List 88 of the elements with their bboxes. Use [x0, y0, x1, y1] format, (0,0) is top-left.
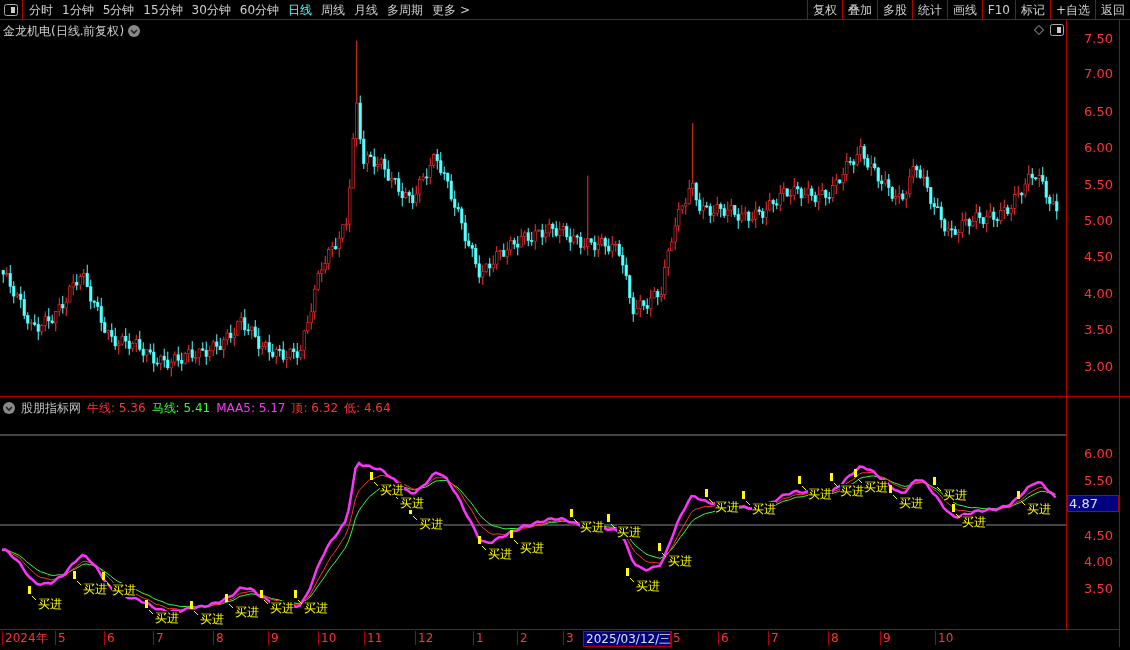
buy-signal: 买进: [488, 547, 512, 561]
buy-signal: 买进: [864, 480, 888, 494]
buy-signal: 买进: [943, 488, 967, 502]
date-label: 2025/03/12/三: [583, 631, 673, 647]
price-tick: 6.00: [1084, 139, 1113, 157]
buy-signal: 买进: [808, 487, 832, 501]
current-value-label: 4.87: [1067, 495, 1119, 512]
chart-title: 金龙机电(日线.前复权): [3, 23, 125, 40]
buy-signal: 买进: [520, 541, 544, 555]
price-tick: 5.00: [1084, 212, 1113, 230]
toolbar-button[interactable]: 画线: [946, 0, 982, 19]
date-label: 10: [318, 631, 337, 645]
buy-signal: 买进: [715, 500, 739, 514]
toolbar-button[interactable]: 统计: [911, 0, 947, 19]
period-tab[interactable]: 15分钟: [143, 0, 183, 19]
indicator-tick: 4.50: [1084, 527, 1113, 545]
toolbar-button[interactable]: 叠加: [841, 0, 877, 19]
date-label: 3: [563, 631, 574, 645]
buy-signal: 买进: [270, 601, 294, 615]
date-label: 8: [213, 631, 224, 645]
buy-signal: 买进: [235, 605, 259, 619]
legend-value: 低: 4.64: [344, 400, 391, 417]
buy-signal: 买进: [899, 496, 923, 510]
toolbar-button[interactable]: 返回: [1095, 0, 1130, 19]
period-tab[interactable]: 分时: [29, 0, 53, 19]
period-tab[interactable]: 更多 >: [432, 0, 470, 19]
buy-signal: 买进: [304, 601, 328, 615]
buy-signal: 买进: [668, 554, 692, 568]
period-tab[interactable]: 1分钟: [62, 0, 94, 19]
date-label: 1: [473, 631, 484, 645]
period-tab[interactable]: 30分钟: [191, 0, 231, 19]
date-label: 2: [517, 631, 528, 645]
toolbar-button[interactable]: 复权: [806, 0, 842, 19]
price-tick: 3.00: [1084, 358, 1113, 376]
period-tab[interactable]: 60分钟: [239, 0, 280, 19]
buy-signal: 买进: [200, 612, 224, 626]
legend-value: 顶: 6.32: [291, 400, 339, 417]
indicator-tick: 4.00: [1084, 553, 1113, 571]
buy-signal: 买进: [380, 483, 404, 497]
period-tab[interactable]: 周线: [321, 0, 346, 19]
buy-signal: 买进: [580, 520, 604, 534]
date-label: 11: [364, 631, 383, 645]
buy-signal: 买进: [155, 611, 179, 625]
indicator-tick: 6.00: [1084, 445, 1113, 463]
date-label: 7: [153, 631, 164, 645]
buy-signal: 买进: [840, 484, 864, 498]
date-label: 5: [55, 631, 66, 645]
price-tick: 3.50: [1084, 321, 1113, 339]
indicator-tick: 5.50: [1084, 472, 1113, 490]
toolbar-button[interactable]: 多股: [876, 0, 912, 19]
period-tab[interactable]: 多周期: [387, 0, 424, 19]
buy-signal: 买进: [752, 502, 776, 516]
buy-signal: 买进: [617, 525, 641, 539]
legend-value: 马线: 5.41: [151, 400, 211, 417]
date-label: 5: [670, 631, 681, 645]
period-tab[interactable]: 月线: [354, 0, 379, 19]
price-tick: 6.50: [1084, 103, 1113, 121]
price-tick: 4.50: [1084, 248, 1113, 266]
buy-signal: 买进: [400, 496, 424, 510]
indicator-name: 股朋指标网: [21, 400, 81, 417]
indicator-tick: 3.50: [1084, 580, 1113, 598]
legend-value: 牛线: 5.36: [87, 400, 146, 417]
date-label: 6: [104, 631, 115, 645]
buy-signal: 买进: [962, 515, 986, 529]
price-tick: 7.50: [1084, 30, 1113, 48]
date-label: 12: [415, 631, 434, 645]
buy-signal: 买进: [419, 517, 443, 531]
date-label: 2024年: [2, 631, 48, 645]
buy-signal: 买进: [38, 597, 62, 611]
date-label: 6: [718, 631, 729, 645]
date-label: 9: [268, 631, 279, 645]
toolbar-button[interactable]: F10: [981, 0, 1015, 19]
toolbar-button[interactable]: +自选: [1049, 0, 1095, 19]
buy-signal: 买进: [1027, 502, 1051, 516]
date-label: 8: [828, 631, 839, 645]
price-tick: 7.00: [1084, 65, 1113, 83]
price-tick: 5.50: [1084, 176, 1113, 194]
period-tab[interactable]: 5分钟: [102, 0, 135, 19]
price-tick: 4.00: [1084, 285, 1113, 303]
date-label: 9: [880, 631, 891, 645]
date-label: 10: [935, 631, 954, 645]
buy-signal: 买进: [83, 582, 107, 596]
legend-value: MAA5: 5.17: [216, 400, 286, 417]
date-label: 7: [768, 631, 779, 645]
period-tab[interactable]: 日线: [288, 0, 313, 19]
buy-signal: 买进: [112, 583, 136, 597]
buy-signal: 买进: [636, 579, 660, 593]
toolbar-button[interactable]: 标记: [1014, 0, 1050, 19]
